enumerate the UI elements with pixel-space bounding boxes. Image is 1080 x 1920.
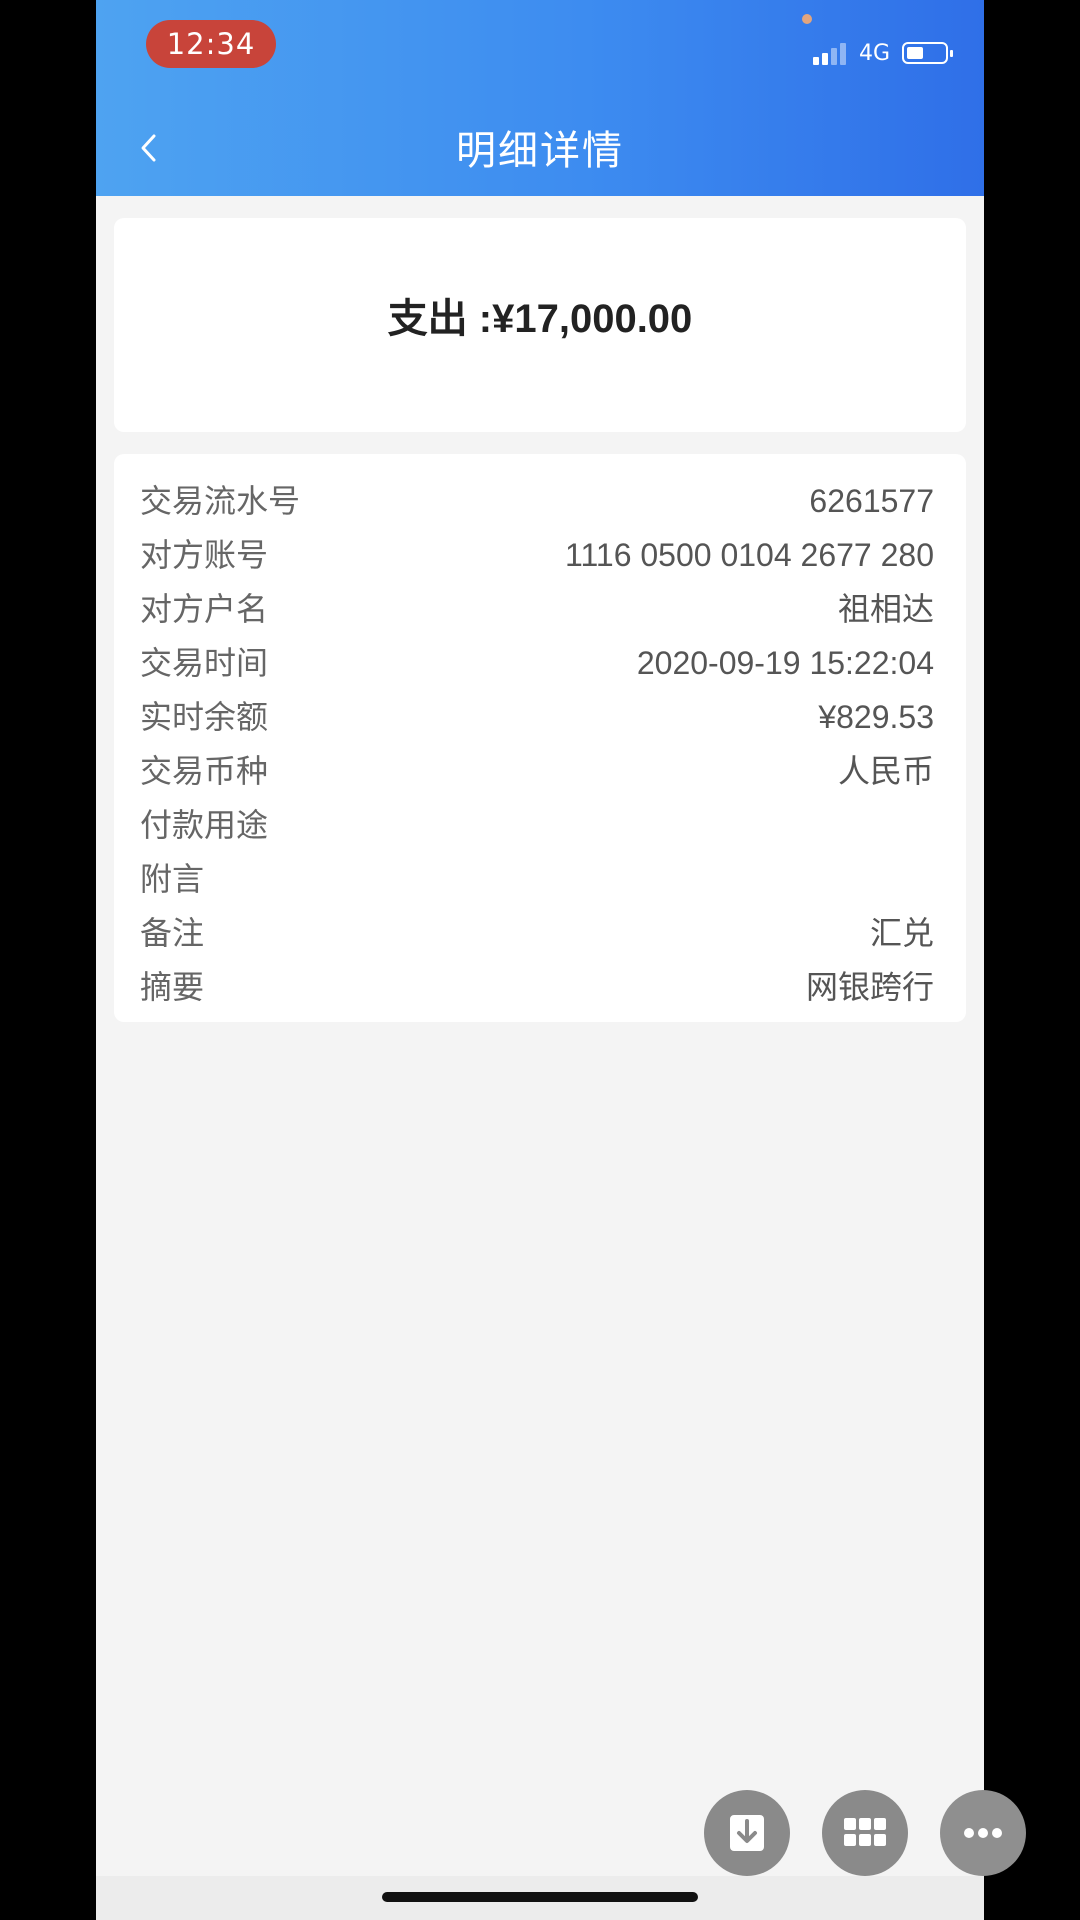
detail-label: 付款用途 (140, 806, 269, 844)
detail-label: 附言 (140, 860, 205, 898)
detail-row-account: 对方账号 1116 0500 0104 2677 280 (114, 528, 966, 582)
detail-row-summary: 摘要 网银跨行 (114, 960, 966, 1014)
detail-value: 1116 0500 0104 2677 280 (565, 537, 934, 573)
page-title: 明细详情 (456, 128, 624, 174)
battery-icon (902, 42, 953, 64)
status-time: 12:34 (146, 20, 276, 68)
app-header: 12:34 4G 明细详情 (96, 0, 984, 196)
detail-label: 备注 (140, 914, 205, 952)
home-indicator[interactable] (382, 1892, 698, 1902)
detail-card: 交易流水号 6261577 对方账号 1116 0500 0104 2677 2… (114, 454, 966, 1022)
detail-value: 2020-09-19 15:22:04 (636, 645, 934, 681)
detail-row-balance: 实时余额 ¥829.53 (114, 690, 966, 744)
detail-value: 6261577 (809, 483, 934, 519)
detail-row-time: 交易时间 2020-09-19 15:22:04 (114, 636, 966, 690)
amount-card: 支出 :¥17,000.00 (114, 218, 966, 432)
network-label: 4G (858, 40, 890, 66)
detail-label: 摘要 (140, 968, 205, 1006)
transaction-amount: 支出 :¥17,000.00 (387, 297, 693, 341)
detail-label: 交易币种 (140, 752, 269, 790)
detail-row-postscript: 附言 (114, 852, 966, 906)
more-icon (964, 1828, 1002, 1838)
status-indicators: 4G (812, 38, 953, 68)
detail-value: 网银跨行 (805, 969, 934, 1005)
detail-label: 交易时间 (140, 644, 269, 682)
camera-indicator-dot (802, 14, 812, 24)
phone-screen: 12:34 4G 明细详情 支出 :¥17,000.00 交易流水号 62615… (96, 0, 984, 1920)
detail-row-remark: 备注 汇兑 (114, 906, 966, 960)
detail-label: 交易流水号 (140, 482, 301, 520)
detail-row-purpose: 付款用途 (114, 798, 966, 852)
detail-row-currency: 交易币种 人民币 (114, 744, 966, 798)
detail-row-serial: 交易流水号 6261577 (114, 474, 966, 528)
detail-value: 汇兑 (869, 915, 934, 951)
detail-row-account-name: 对方户名 祖相达 (114, 582, 966, 636)
download-button[interactable] (704, 1790, 790, 1876)
detail-label: 对方账号 (140, 536, 269, 574)
detail-value: ¥829.53 (818, 699, 934, 735)
detail-label: 实时余额 (140, 698, 269, 736)
download-icon (730, 1815, 764, 1851)
detail-label: 对方户名 (140, 590, 269, 628)
more-button[interactable] (940, 1790, 1026, 1876)
apps-grid-button[interactable] (822, 1790, 908, 1876)
detail-value: 人民币 (837, 753, 934, 789)
grid-icon (844, 1818, 886, 1846)
detail-value: 祖相达 (837, 591, 934, 627)
signal-icon (812, 41, 849, 65)
